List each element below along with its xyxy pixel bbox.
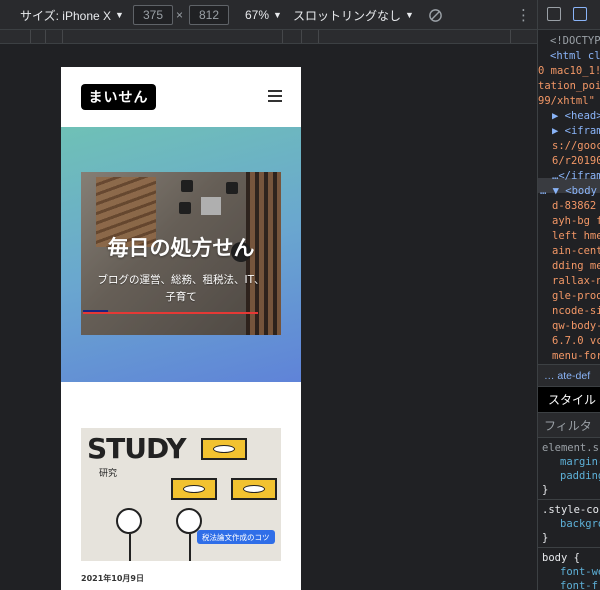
css-rule-line[interactable]: backgro [538,517,600,531]
css-rule-line[interactable]: element.s [538,441,599,455]
width-input[interactable]: 375 [133,5,173,25]
inspect-element-icon[interactable] [547,7,561,21]
css-rule-line[interactable]: padding [538,469,600,483]
ruler-segment [301,30,302,43]
css-rule-line[interactable]: } [538,483,548,497]
site-logo[interactable]: まいせん [81,84,156,110]
dom-tree-line[interactable]: d-83862 [538,199,596,214]
device-toolbar: サイズ: iPhone X ▼ 375 × 812 67% ▼ スロットリングな… [0,0,537,30]
devtools-panel: <!DOCTYP <html cl 0 mac10_1! tation_poi 99/x… [537,0,600,590]
css-rule-line[interactable]: } [538,531,548,545]
dom-tree-line[interactable]: 6/r20190 [538,154,600,169]
dom-tree-line[interactable]: ain-cent [538,244,600,259]
hero-section: 毎日の処方せん ブログの運営、総務、租税法、IT、子育て [61,127,301,382]
hero-progress-fill [83,310,108,312]
media-query-ruler [0,30,537,44]
dom-tree-line[interactable]: s://gooc [538,139,600,154]
dom-tree-line[interactable]: rallax-n [538,274,600,289]
device-select[interactable]: サイズ: iPhone X ▼ [20,0,124,30]
ruler-segment [282,30,283,43]
devtools-toolbar [538,0,600,30]
ruler-segment [510,30,511,43]
site-header: まいせん [61,67,301,127]
hamburger-menu-icon[interactable] [268,90,282,102]
dom-tree-line[interactable]: ▶ <ifram [538,124,600,139]
css-rule-line[interactable]: font-we [538,565,600,579]
css-rule-line[interactable]: margin- [538,455,600,469]
styles-filter-input[interactable]: フィルタ [538,412,600,438]
fish-icon [231,478,277,500]
ruler-segment [30,30,31,43]
thumbnail-subheading: 研究 [99,469,118,479]
chevron-down-icon: ▼ [115,10,124,20]
css-rule-line[interactable]: body { [538,551,580,565]
rule-divider [538,547,600,548]
device-label: サイズ: iPhone X [20,8,112,23]
hero-progress-track [83,312,258,314]
dom-tree-line[interactable]: ayh-bg f [538,214,600,229]
rotate-button[interactable] [428,0,443,30]
emulated-page: まいせん 毎日の処方せん ブログの運営、総務、租税法、IT、子育て STUDY … [61,67,301,590]
dom-tree-line[interactable]: left hme [538,229,600,244]
dom-tree-line[interactable]: 0 mac10_1! [538,64,600,79]
hero-subtitle: ブログの運営、総務、租税法、IT、子育て [97,274,265,303]
chevron-down-icon: ▼ [273,10,282,20]
breadcrumb[interactable]: … ate-def [538,364,600,386]
dom-tree-line[interactable]: dding me [538,259,600,274]
more-options-icon[interactable]: ⋮ [516,0,531,30]
dom-tree-line[interactable]: … ▼ <body [538,184,597,199]
post-thumbnail[interactable]: STUDY 研究 税法論文作成のコツ [81,428,281,561]
rotate-icon [429,8,442,22]
css-rule-line[interactable]: font-f [538,579,598,590]
post-date: 2021年10月9日 [81,574,144,583]
dom-tree-line[interactable]: <html cl [538,49,600,64]
ruler-segment [45,30,46,43]
device-viewport: まいせん 毎日の処方せん ブログの運営、総務、租税法、IT、子育て STUDY … [0,45,537,590]
css-rule-line[interactable]: .style-co [538,503,599,517]
dom-tree-line[interactable]: tation_poi [538,79,600,94]
tab-styles[interactable]: スタイル [538,386,600,412]
dom-tree-line[interactable]: ncode-si [538,304,600,319]
hero-title: 毎日の処方せん [107,236,255,260]
dom-tree-line[interactable]: menu-for [538,349,600,364]
dom-tree-line[interactable]: qw-body- [538,319,600,334]
fish-icon [171,478,217,500]
chevron-down-icon: ▼ [405,10,414,20]
figure-icon [116,508,142,534]
dimension-separator: × [176,8,184,22]
device-toggle-icon[interactable] [573,7,587,21]
ruler-segment [62,30,63,43]
dom-tree-line[interactable]: gle-prod [538,289,600,304]
thumbnail-heading: STUDY [87,432,186,465]
zoom-label: 67% [245,8,270,22]
dom-tree-line[interactable]: 99/xhtml" [538,94,595,109]
dom-tree-line[interactable]: ▶ <head> [538,109,600,124]
throttle-label: スロットリングなし [293,8,402,23]
dom-tree-line[interactable]: …</ifram [538,169,600,184]
throttle-select[interactable]: スロットリングなし ▼ [293,0,414,30]
dom-tree-line[interactable]: <!DOCTYP [538,34,600,49]
ruler-segment [318,30,319,43]
zoom-select[interactable]: 67% ▼ [245,0,282,30]
fish-icon [201,438,247,460]
category-badge[interactable]: 税法論文作成のコツ [197,530,275,544]
dom-tree-line[interactable]: 6.7.0 vc [538,334,600,349]
height-input[interactable]: 812 [189,5,229,25]
rule-divider [538,499,600,500]
